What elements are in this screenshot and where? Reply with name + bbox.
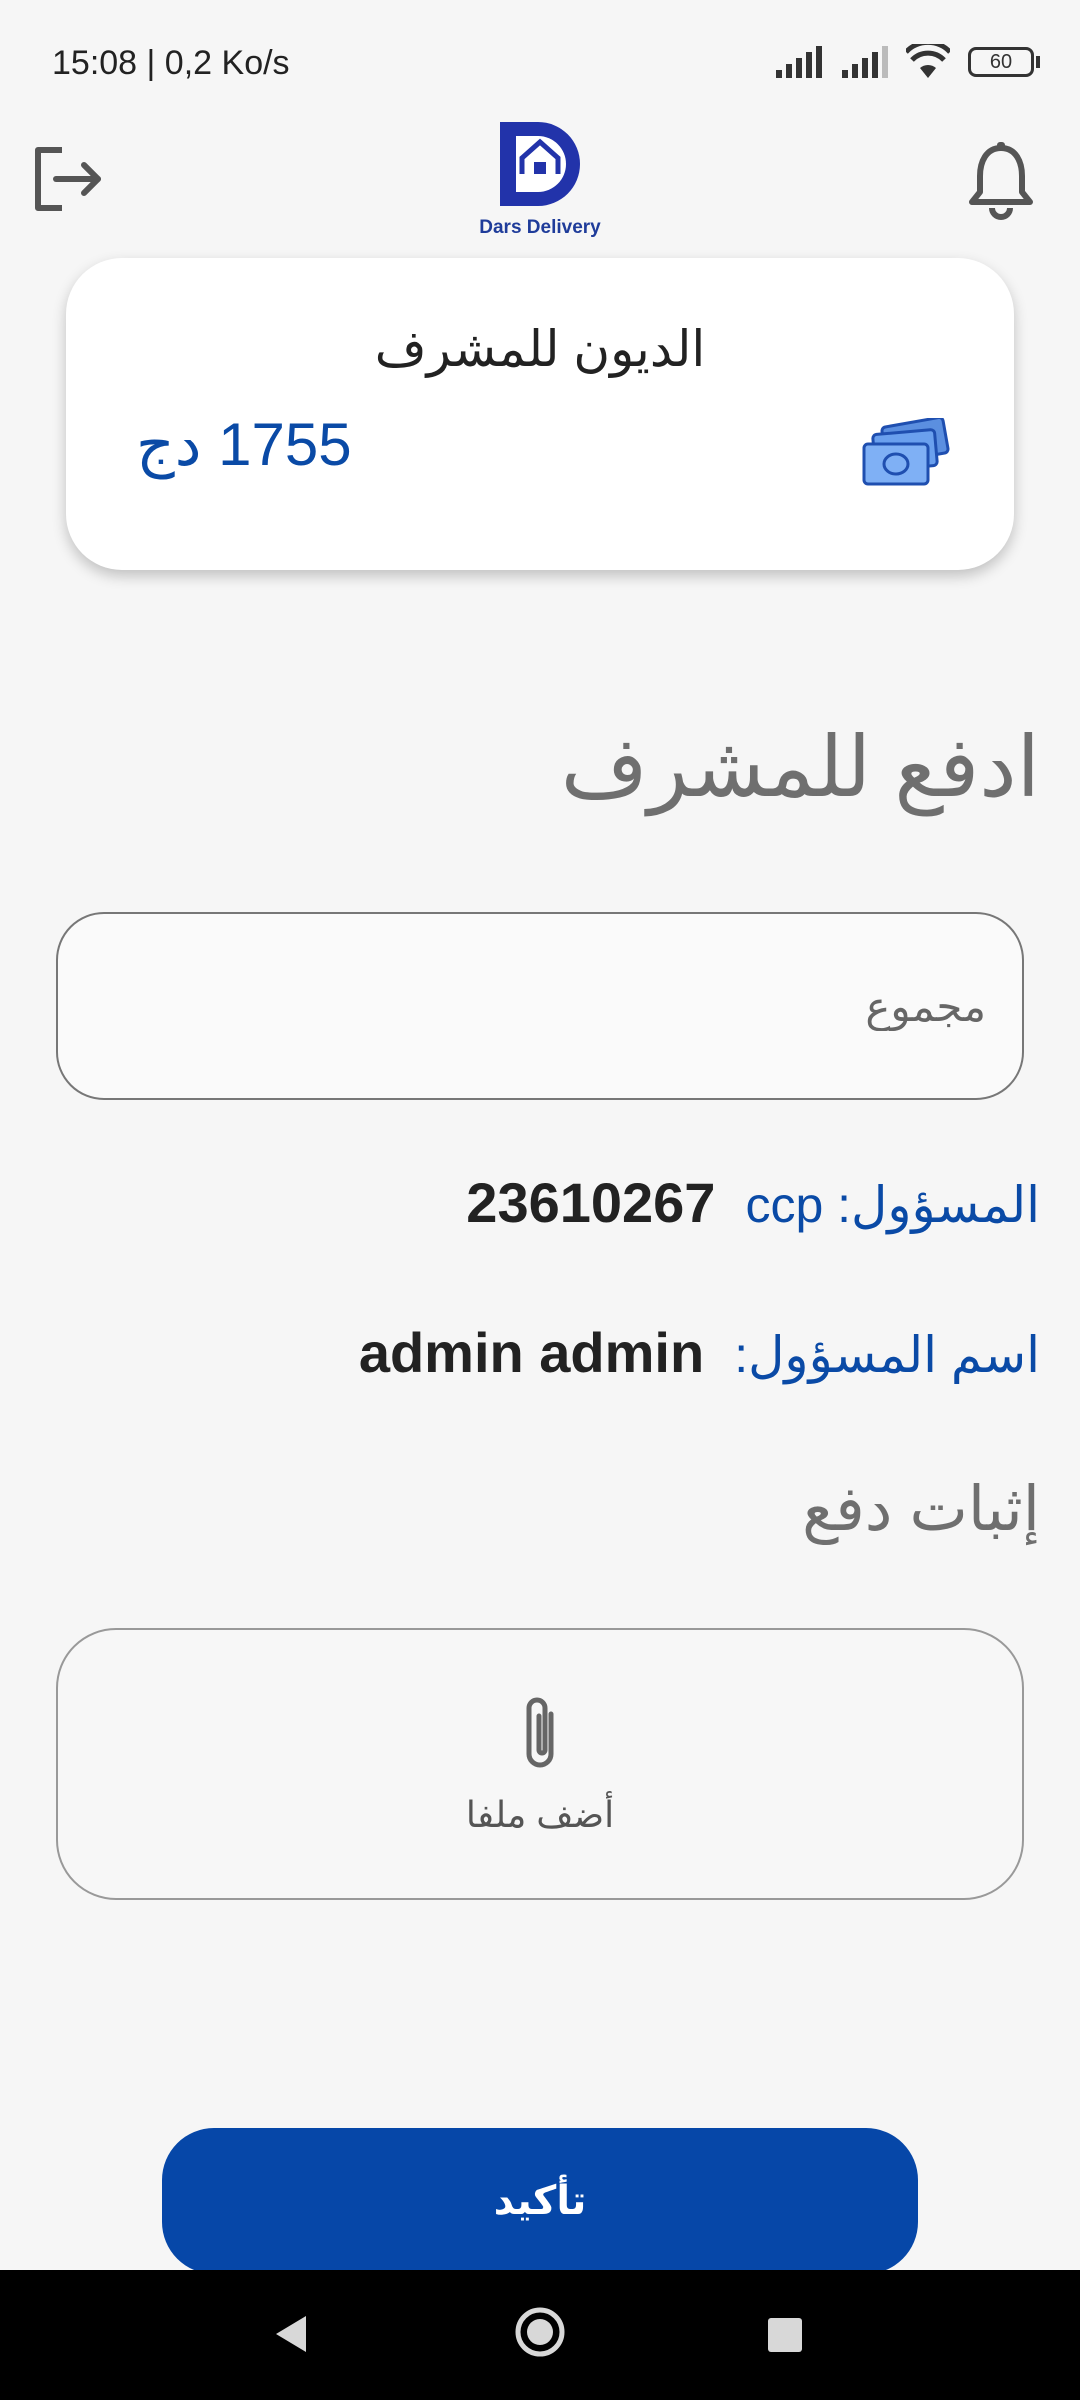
battery-icon: 60	[968, 47, 1040, 77]
amount-field[interactable]	[56, 912, 1024, 1100]
recent-apps-icon[interactable]	[768, 2318, 802, 2352]
back-icon[interactable]	[270, 2312, 310, 2356]
logo-icon	[500, 122, 580, 206]
status-time: 15:08 | 0,2 Ko/s	[52, 44, 290, 82]
battery-level: 60	[968, 47, 1034, 77]
add-file-button[interactable]: أضف ملفا	[56, 1628, 1024, 1900]
logout-icon	[35, 147, 101, 211]
paperclip-icon	[526, 1697, 554, 1768]
debt-card: الديون للمشرف 1755 دج	[66, 258, 1014, 570]
ccp-value: 23610267	[466, 1171, 716, 1234]
proof-title: إثبات دفع	[802, 1475, 1040, 1544]
confirm-button[interactable]: تأكيد	[162, 2128, 918, 2274]
debt-card-title: الديون للمشرف	[374, 321, 706, 377]
home-icon[interactable]	[514, 2306, 566, 2358]
ccp-label: المسؤول: ccp	[745, 1177, 1040, 1233]
bell-icon	[969, 142, 1033, 220]
app-logo: Dars Delivery	[472, 118, 608, 242]
debt-amount: 1755 دج	[136, 411, 352, 478]
money-icon	[862, 418, 950, 486]
admin-name-value: admin admin	[358, 1321, 705, 1384]
signal-icon	[842, 46, 888, 78]
signal-icon	[776, 46, 822, 78]
logo-text: Dars Delivery	[479, 217, 601, 238]
add-file-label: أضف ملفا	[465, 1794, 615, 1835]
pay-section-title: ادفع للمشرف	[560, 720, 1040, 814]
logout-button[interactable]	[28, 140, 108, 220]
wifi-icon	[906, 44, 950, 78]
admin-name-label: اسم المسؤول:	[734, 1327, 1040, 1383]
status-icons: 60	[774, 44, 1040, 80]
admin-name-row: اسم المسؤول: admin admin	[359, 1320, 1040, 1385]
amount-input[interactable]	[58, 914, 1022, 1098]
ccp-row: المسؤول: ccp 23610267	[466, 1170, 1040, 1235]
notifications-button[interactable]	[966, 140, 1036, 220]
